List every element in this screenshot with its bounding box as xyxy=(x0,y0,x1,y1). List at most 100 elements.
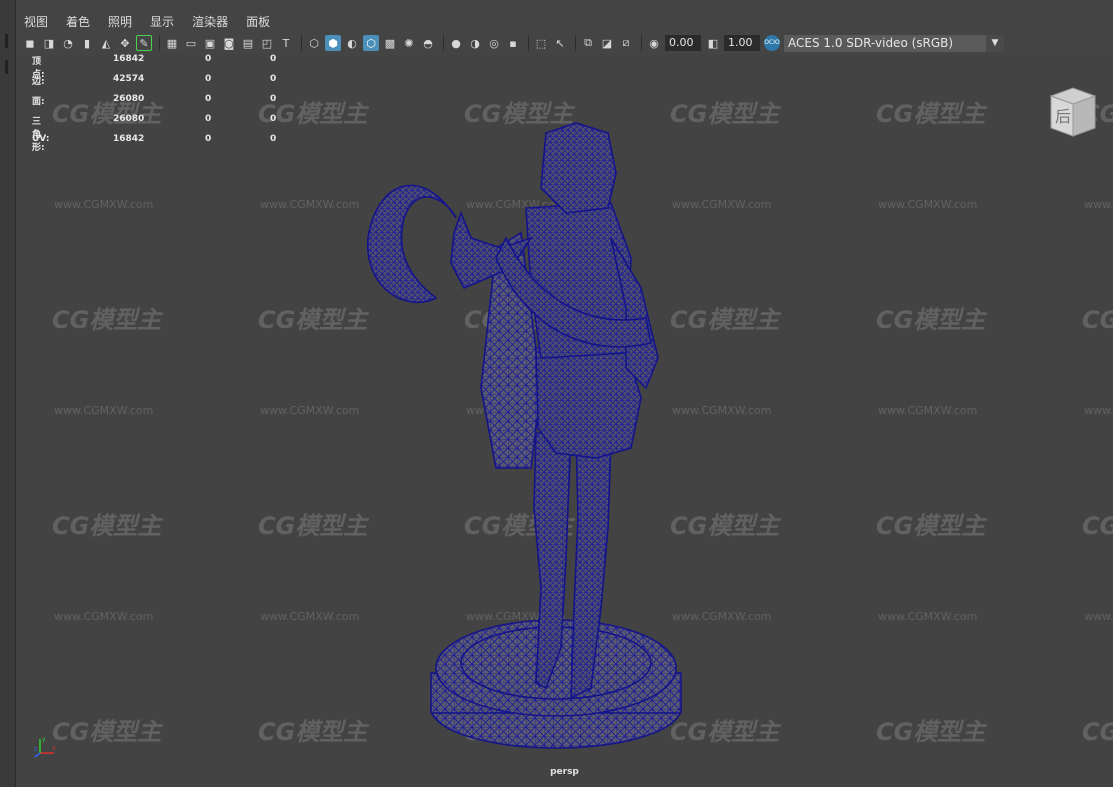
hud-value: 0 xyxy=(205,54,212,64)
watermark-url: www.CGMXW.com xyxy=(1084,610,1113,623)
hud-label: 边: xyxy=(32,77,45,87)
hud-value: 0 xyxy=(270,54,277,64)
wireframe-icon[interactable]: ⬡ xyxy=(306,35,322,51)
exposure-field[interactable]: 0.00 xyxy=(665,35,701,51)
left-panel-strip xyxy=(0,0,16,787)
watermark-logo: CG模型主 xyxy=(1082,306,1113,334)
hud-value: 0 xyxy=(270,114,277,124)
xray-active-icon[interactable]: ⧉ xyxy=(580,35,596,51)
use-all-lights-icon[interactable]: ✺ xyxy=(401,35,417,51)
watermark-url: www.CGMXW.com xyxy=(54,198,154,211)
toolbar-separator xyxy=(575,35,576,51)
exposure-icon[interactable]: ◉ xyxy=(646,35,662,51)
view-cube-face-label: 后 xyxy=(1055,107,1071,126)
toolbar-separator xyxy=(528,35,529,51)
isolate-select-icon[interactable]: ⬚ xyxy=(533,35,549,51)
gamma-icon[interactable]: ◧ xyxy=(705,35,721,51)
safe-action-icon[interactable]: ◰ xyxy=(259,35,275,51)
watermark-logo: CG模型主 xyxy=(876,306,986,334)
watermark-url: www.CGMXW.com xyxy=(260,198,360,211)
watermark-logo: CG模型主 xyxy=(1082,718,1113,746)
hud-value: 26080 xyxy=(113,114,145,124)
field-chart-icon[interactable]: ▤ xyxy=(240,35,256,51)
2d-pan-zoom-icon[interactable]: ✥ xyxy=(117,35,133,51)
watermark-url: www.CGMXW.com xyxy=(54,610,154,623)
hud-value: 16842 xyxy=(113,134,145,144)
smooth-shade-icon[interactable]: ⬢ xyxy=(325,35,341,51)
watermark-logo: CG模型主 xyxy=(876,100,986,128)
camera-attributes-icon[interactable]: ◔ xyxy=(60,35,76,51)
camera-select-icon[interactable]: ◼ xyxy=(22,35,38,51)
hud-value: 42574 xyxy=(113,74,145,84)
hud-value: 0 xyxy=(205,134,212,144)
default-material-icon[interactable]: ◐ xyxy=(344,35,360,51)
chevron-down-icon[interactable]: ▼ xyxy=(986,34,1004,52)
toolbar-separator xyxy=(443,35,444,51)
snake xyxy=(367,184,457,304)
backface-culling-icon[interactable]: ⧄ xyxy=(618,35,634,51)
watermark-logo: CG模型主 xyxy=(52,718,162,746)
color-space-dropdown[interactable]: ACES 1.0 SDR-video (sRGB) ▼ xyxy=(784,34,1004,52)
menu-panels[interactable]: 面板 xyxy=(246,13,270,30)
watermark-url: www.CGMXW.com xyxy=(878,404,978,417)
watermark-logo: CG模型主 xyxy=(52,512,162,540)
film-gate-icon[interactable]: ▭ xyxy=(183,35,199,51)
menu-renderer[interactable]: 渲染器 xyxy=(192,13,228,30)
camera-name-label: persp xyxy=(550,767,579,777)
toolbar-separator xyxy=(641,35,642,51)
watermark-url: www.CGMXW.com xyxy=(260,404,360,417)
motion-blur-icon[interactable]: ◑ xyxy=(467,35,483,51)
color-management-icon[interactable]: OCIO xyxy=(764,35,780,51)
wireframe-statue-model[interactable] xyxy=(346,88,706,758)
hud-value: 0 xyxy=(270,94,277,104)
panel-grip[interactable] xyxy=(5,60,8,74)
panel-grip[interactable] xyxy=(5,34,8,48)
wireframe-on-shaded-icon[interactable]: ⬡ xyxy=(363,35,379,51)
screen-space-ao-icon[interactable]: ● xyxy=(448,35,464,51)
bookmark-icon[interactable]: ▮ xyxy=(79,35,95,51)
axis-y-label: y xyxy=(42,736,46,743)
watermark-logo: CG模型主 xyxy=(52,100,162,128)
menu-view[interactable]: 视图 xyxy=(24,13,48,30)
watermark-logo: CG模型主 xyxy=(876,718,986,746)
xray-joints-icon[interactable]: ◪ xyxy=(599,35,615,51)
hud-value: 16842 xyxy=(113,54,145,64)
hud-value: 0 xyxy=(205,114,212,124)
watermark-url: www.CGMXW.com xyxy=(878,198,978,211)
anti-aliasing-icon[interactable]: ◎ xyxy=(486,35,502,51)
3d-viewport[interactable]: CG模型主 CG模型主 CG模型主 CG模型主 CG模型主 CG模型主 CG模型主 CG模型主… xyxy=(16,54,1113,787)
textured-icon[interactable]: ▩ xyxy=(382,35,398,51)
safe-title-icon[interactable]: T xyxy=(278,35,294,51)
head xyxy=(540,122,617,214)
camera-lock-icon[interactable]: ◨ xyxy=(41,35,57,51)
color-space-value: ACES 1.0 SDR-video (sRGB) xyxy=(788,35,954,50)
gamma-field[interactable]: 1.00 xyxy=(724,35,760,51)
depth-of-field-icon[interactable]: ▪ xyxy=(505,35,521,51)
watermark-logo: CG模型主 xyxy=(52,306,162,334)
resolution-gate-icon[interactable]: ▣ xyxy=(202,35,218,51)
watermark-url: www.CGMXW.com xyxy=(1084,198,1113,211)
panel-menubar: 视图 着色 照明 显示 渲染器 面板 xyxy=(16,10,1113,32)
xray-icon[interactable]: ↖ xyxy=(552,35,568,51)
axis-gizmo: y x z xyxy=(34,736,56,758)
image-plane-icon[interactable]: ◭ xyxy=(98,35,114,51)
grease-pencil-icon[interactable]: ✎ xyxy=(136,35,152,51)
watermark-url: www.CGMXW.com xyxy=(878,610,978,623)
shadows-icon[interactable]: ◓ xyxy=(420,35,436,51)
watermark-logo: CG模型主 xyxy=(876,512,986,540)
view-cube[interactable]: 后 xyxy=(1045,84,1099,138)
axis-z-label: z xyxy=(34,746,37,753)
toolbar-separator xyxy=(301,35,302,51)
hud-value: 0 xyxy=(270,134,277,144)
hud-label: 面: xyxy=(32,97,45,107)
menu-lighting[interactable]: 照明 xyxy=(108,13,132,30)
hud-value: 0 xyxy=(205,74,212,84)
gate-mask-icon[interactable]: ◙ xyxy=(221,35,237,51)
watermark-url: www.CGMXW.com xyxy=(260,610,360,623)
hud-value: 0 xyxy=(205,94,212,104)
menu-show[interactable]: 显示 xyxy=(150,13,174,30)
grid-icon[interactable]: ▦ xyxy=(164,35,180,51)
menu-shading[interactable]: 着色 xyxy=(66,13,90,30)
hud-value: 0 xyxy=(270,74,277,84)
watermark-url: www.CGMXW.com xyxy=(54,404,154,417)
